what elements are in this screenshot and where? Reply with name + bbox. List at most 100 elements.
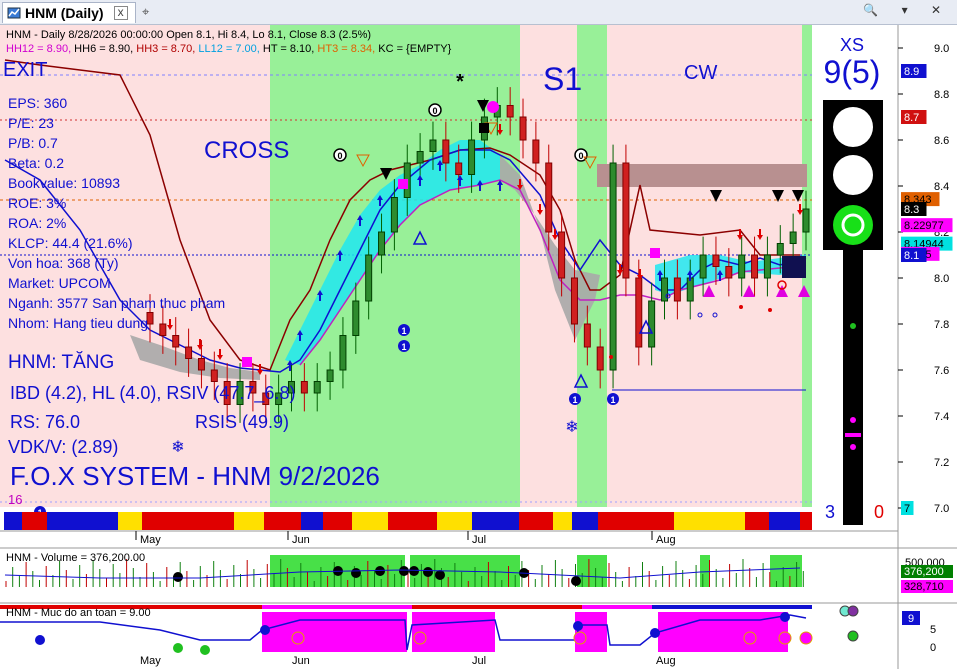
strip-cell	[4, 512, 22, 530]
safety-marker	[413, 631, 427, 645]
safety-marker	[799, 631, 813, 645]
candle-body	[506, 105, 514, 118]
strip-cell	[22, 512, 47, 530]
candle-body	[622, 162, 630, 279]
price-tick: 7.6	[934, 365, 949, 377]
xs-count-left: 3	[825, 502, 835, 522]
strip-cell	[142, 512, 173, 530]
safety-marker	[291, 631, 305, 645]
header-seg-0: HH12 = 8.90,	[6, 43, 71, 55]
fundamental-item: ROA: 2%	[8, 215, 66, 231]
strip-cell	[598, 512, 631, 530]
price-chart[interactable]: 0 0 0 1 1 1 1 1 * ❄ ❄	[0, 25, 957, 669]
window-titlebar: HNM (Daily) x ⌖ 🔍 ▾ ✕	[0, 0, 957, 25]
fundamental-item: KLCP: 44.4 (21.6%)	[8, 235, 133, 251]
month-label-bottom: May	[140, 655, 161, 667]
volume-panel: HNM - Volume = 376,200.00 500,000 376,20…	[0, 547, 957, 593]
price-badge: 8.9	[904, 66, 919, 78]
strip-cell	[388, 512, 409, 530]
strip-cell	[745, 512, 769, 530]
strip-cell	[211, 512, 234, 530]
price-tick: 7.8	[934, 319, 949, 331]
price-tick: 8.8	[934, 89, 949, 101]
strip-cell	[553, 512, 572, 530]
strip-cell	[706, 512, 745, 530]
cw-label: CW	[684, 62, 717, 84]
fundamental-item: Nganh: 3577 San pham thuc pham	[8, 295, 225, 311]
safety-dot	[260, 625, 270, 635]
price-tick: 8.4	[934, 181, 949, 193]
header-line2: HH12 = 8.90, HH6 = 8.90, HH3 = 8.70, LL1…	[6, 43, 452, 55]
fundamental-item: Beta: 0.2	[8, 155, 64, 171]
volume-badge: 376,200	[904, 566, 944, 578]
window-controls[interactable]: 🔍 ▾ ✕	[863, 3, 951, 17]
candle-body	[558, 231, 566, 279]
month-label: Jun	[292, 534, 310, 546]
svg-text:0: 0	[337, 151, 342, 161]
safety-dot	[35, 635, 45, 645]
volume-title: HNM - Volume = 376,200.00	[6, 552, 145, 564]
candle-body	[802, 208, 810, 233]
candle-body	[699, 254, 707, 279]
rs-label: RS: 76.0	[10, 412, 80, 432]
strip-cell	[769, 512, 800, 530]
month-label: Jul	[472, 534, 486, 546]
safety-dot	[173, 643, 183, 653]
candle-body	[365, 254, 373, 302]
candle-body	[326, 369, 334, 382]
strip-cell	[323, 512, 352, 530]
candle-body	[635, 277, 643, 348]
exit-label: EXIT	[3, 59, 47, 81]
close-icon[interactable]: x	[113, 6, 128, 20]
volume-dot	[409, 566, 419, 576]
candle-body	[570, 277, 578, 325]
candle-body	[725, 266, 733, 279]
candle-body	[545, 162, 553, 233]
strip-cell	[409, 512, 437, 530]
svg-text:1: 1	[572, 395, 577, 405]
candle-body	[442, 139, 450, 164]
strip-cell	[674, 512, 706, 530]
safety-tick-5: 5	[930, 624, 936, 636]
strip-cell	[472, 512, 492, 530]
candle-body	[776, 243, 784, 256]
candle-body	[789, 231, 797, 244]
header-seg-3: LL12 = 7.00,	[195, 43, 260, 55]
candle-body	[390, 197, 398, 233]
month-label-bottom: Jun	[292, 655, 310, 667]
ibd-label: IBD (4.2), HL (4.0), RSIV (47.7_6.8)	[10, 383, 295, 404]
strip-cell	[352, 512, 388, 530]
trend-label: HNM: TĂNG	[8, 352, 114, 373]
candle-body	[738, 254, 746, 279]
xs-label: XS	[840, 35, 864, 55]
candle-body	[197, 358, 205, 371]
svg-text:1: 1	[401, 342, 406, 352]
fundamental-item: Market: UPCOM	[8, 275, 111, 291]
month-label-bottom: Aug	[656, 655, 676, 667]
tab-hnm-daily[interactable]: HNM (Daily) x	[2, 2, 136, 23]
s1-label: S1	[543, 61, 582, 97]
strip-cell	[800, 512, 812, 530]
price-badge: 8.7	[904, 112, 919, 124]
candle-body	[583, 323, 591, 348]
safety-dot	[650, 628, 660, 638]
candle-body	[429, 139, 437, 152]
price-tick: 7.0	[934, 503, 949, 515]
volume-dot	[571, 576, 581, 586]
candle-body	[313, 381, 321, 394]
header-seg-2: HH3 = 8.70,	[133, 43, 195, 55]
svg-text:*: *	[456, 71, 464, 93]
candle-body	[686, 277, 694, 302]
header-seg-5: HT3 = 8.34,	[314, 43, 375, 55]
candle-body	[648, 300, 656, 348]
pin-icon[interactable]: ⌖	[142, 4, 149, 20]
strip-cell	[47, 512, 79, 530]
system-label: F.O.X SYSTEM - HNM 9/2/2026	[10, 461, 380, 491]
safety-panel: HNM - Muc do an toan = 9.00 5 0 9	[0, 602, 957, 655]
volume-dot	[173, 572, 183, 582]
strip-cell	[519, 512, 553, 530]
header-seg-6: KC = {EMPTY}	[375, 43, 451, 55]
price-badge: 8.22977	[904, 220, 944, 232]
price-tick: 9.0	[934, 43, 949, 55]
header-seg-1: HH6 = 8.90,	[71, 43, 133, 55]
